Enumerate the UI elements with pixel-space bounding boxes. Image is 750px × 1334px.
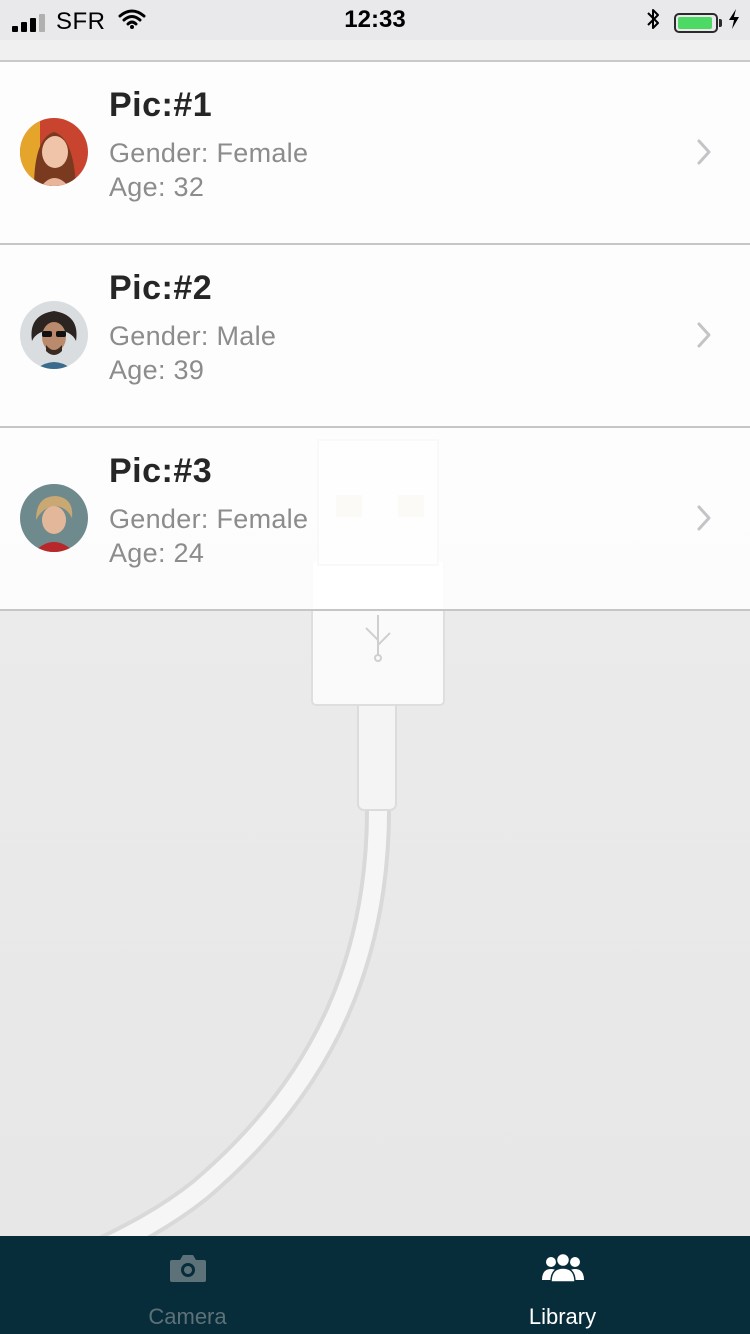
charging-bolt-icon (728, 8, 740, 37)
list-item[interactable]: Pic:#3 Gender: Female Age: 24 (0, 428, 750, 611)
tab-label: Library (528, 1304, 597, 1329)
people-icon (375, 1252, 750, 1284)
status-bar: SFR 12:33 (0, 0, 750, 40)
row-age: Age: 24 (109, 538, 205, 568)
chevron-right-icon (696, 138, 712, 171)
tab-bar: Camera Library (0, 1236, 750, 1334)
tab-camera[interactable]: Camera (0, 1236, 375, 1334)
pictures-list: Pic:#1 Gender: Female Age: 32 Pic:#2 Gen… (0, 62, 750, 611)
row-age: Age: 32 (109, 172, 205, 202)
row-gender: Gender: Female (109, 138, 309, 168)
battery-cap (719, 18, 722, 27)
row-title: Pic:#2 (109, 269, 213, 307)
row-gender: Gender: Male (109, 321, 277, 351)
tab-library[interactable]: Library (375, 1236, 750, 1334)
chevron-right-icon (696, 321, 712, 354)
battery-level (678, 16, 713, 29)
status-right (646, 7, 740, 38)
row-title: Pic:#1 (109, 86, 213, 124)
avatar (20, 484, 88, 552)
bluetooth-icon (646, 7, 660, 38)
list-item[interactable]: Pic:#1 Gender: Female Age: 32 (0, 62, 750, 245)
row-gender: Gender: Female (109, 504, 309, 534)
status-time: 12:33 (344, 6, 406, 33)
list-item[interactable]: Pic:#2 Gender: Male Age: 39 (0, 245, 750, 428)
tab-label: Camera (148, 1304, 227, 1329)
battery-icon (674, 12, 718, 33)
row-age: Age: 39 (109, 355, 205, 385)
camera-icon (0, 1252, 375, 1284)
avatar (20, 301, 88, 369)
chevron-right-icon (696, 504, 712, 537)
avatar (20, 118, 88, 186)
row-title: Pic:#3 (109, 452, 213, 490)
